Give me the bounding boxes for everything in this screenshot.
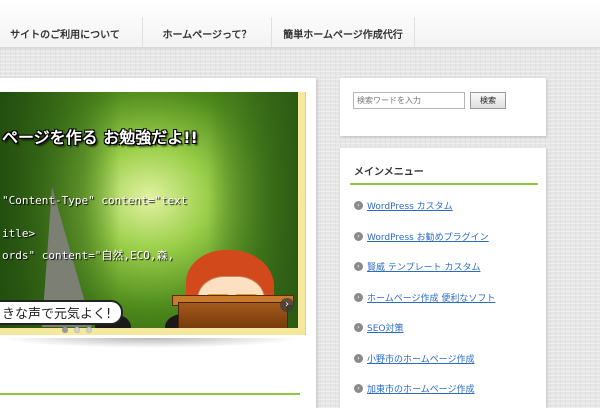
nav-item-label: サイトのご利用について	[10, 30, 120, 41]
chevron-right-icon: ›	[354, 262, 363, 271]
menu-item-wordpress-plugins[interactable]: › WordPress お勧めプラグイン	[354, 230, 489, 244]
nav-item-site-usage[interactable]: サイトのご利用について	[0, 17, 130, 47]
nav-divider	[414, 17, 415, 47]
slide-code-line: ords" content="自然,ECO,森,	[2, 249, 175, 262]
chevron-right-icon: ›	[354, 293, 363, 302]
top-navigation: サイトのご利用について ホームページって？ 簡単ホームページ作成代行	[0, 0, 600, 48]
slider-next-icon[interactable]: ›	[280, 298, 294, 312]
menu-item-label[interactable]: 小野市のホームページ作成	[367, 355, 475, 365]
search-widget: 検索	[340, 78, 546, 136]
slider-shadow	[0, 338, 300, 348]
slider-dot[interactable]	[62, 327, 68, 333]
menu-item-ono-homepage[interactable]: › 小野市のホームページ作成	[354, 352, 475, 366]
menu-item-kato-homepage[interactable]: › 加東市のホームページ作成	[354, 382, 475, 396]
nav-item-what-is-homepage[interactable]: ホームページって？	[143, 17, 271, 47]
menu-item-label[interactable]: 賢威 テンプレート カスタム	[367, 263, 480, 273]
menu-item-seo[interactable]: › SEO対策	[354, 321, 403, 335]
menu-item-keni-template[interactable]: › 賢威 テンプレート カスタム	[354, 260, 480, 274]
slide-code-line: "Content-Type" content="text	[2, 194, 188, 207]
search-button[interactable]: 検索	[470, 92, 506, 109]
desk	[178, 302, 288, 328]
slide-image[interactable]: ページを作る お勉強だよ!! "Content-Type" content="t…	[0, 92, 298, 328]
slider-dot[interactable]	[86, 327, 92, 333]
slider-pagination	[62, 318, 98, 333]
menu-item-label[interactable]: ホームページ作成 便利なソフト	[367, 294, 495, 304]
nav-item-label: ホームページって？	[162, 30, 252, 41]
chevron-right-icon: ›	[354, 354, 363, 363]
menu-item-label[interactable]: WordPress お勧めプラグイン	[367, 233, 489, 243]
menu-item-label[interactable]: SEO対策	[367, 324, 403, 334]
chevron-right-icon: ›	[354, 323, 363, 332]
slide-heading: ページを作る お勉強だよ!!	[2, 128, 198, 147]
image-slider[interactable]: ページを作る お勉強だよ!! "Content-Type" content="t…	[0, 92, 306, 335]
slide-code-line: itle>	[2, 227, 36, 240]
menu-item-wordpress-custom[interactable]: › WordPress カスタム	[354, 199, 453, 213]
menu-item-homepage-software[interactable]: › ホームページ作成 便利なソフト	[354, 291, 495, 305]
chevron-right-icon: ›	[354, 201, 363, 210]
menu-title: メインメニュー	[354, 167, 424, 178]
menu-item-label[interactable]: WordPress カスタム	[367, 202, 453, 212]
menu-item-label[interactable]: 加東市のホームページ作成	[367, 385, 475, 395]
slider-dot[interactable]	[74, 327, 80, 333]
chevron-right-icon: ›	[354, 232, 363, 241]
main-menu-widget: メインメニュー › WordPress カスタム › WordPress お勧めプラ…	[340, 148, 546, 408]
nav-item-label: 簡単ホームページ作成代行	[283, 30, 403, 41]
search-input[interactable]	[353, 92, 465, 109]
menu-title-underline	[350, 183, 538, 185]
chevron-right-icon: ›	[354, 384, 363, 393]
section-divider	[0, 393, 300, 395]
nav-item-homepage-creation-service[interactable]: 簡単ホームページ作成代行	[272, 17, 414, 47]
